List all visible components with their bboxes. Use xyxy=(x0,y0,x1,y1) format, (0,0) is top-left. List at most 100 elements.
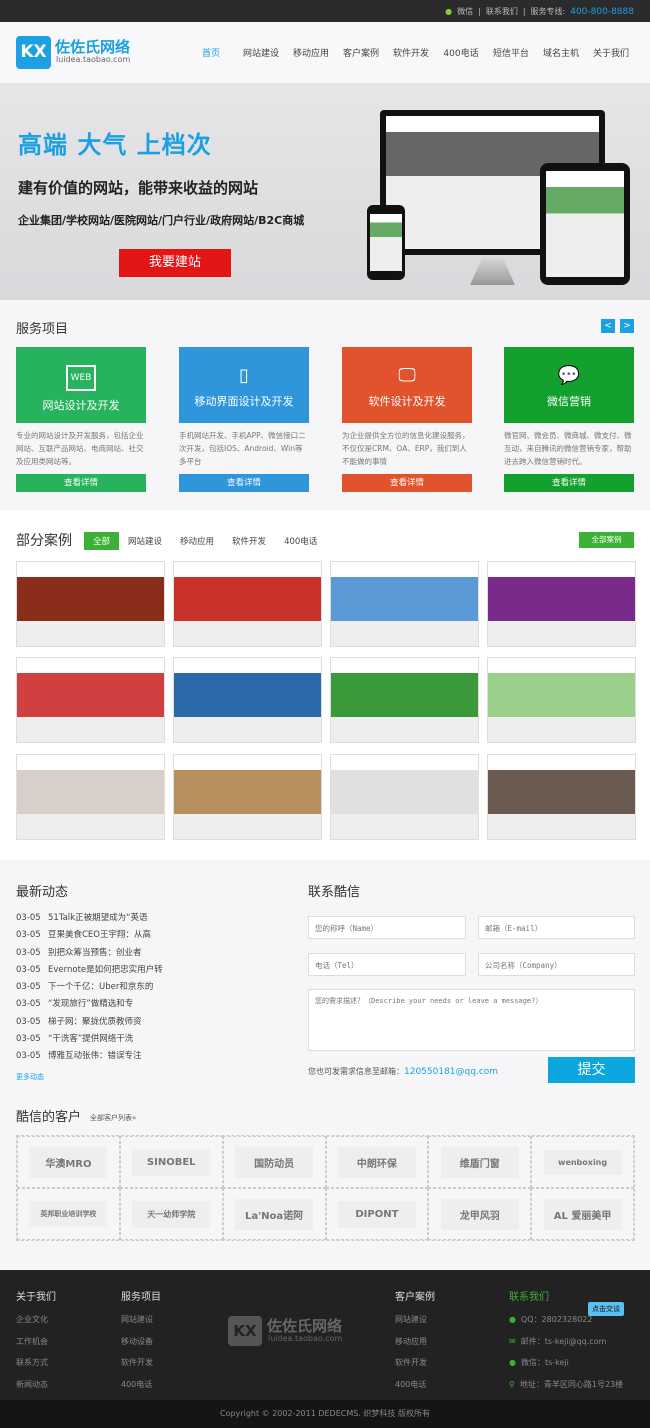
case-thumbnail[interactable] xyxy=(16,657,165,743)
company-input[interactable]: 公司名称（Company） xyxy=(478,953,635,976)
wechat-link[interactable]: 微信 xyxy=(457,6,473,17)
news-item[interactable]: 03-05 “干洗客”提供网络干洗 xyxy=(16,1031,163,1048)
client-logo[interactable]: 龙甲风羽 xyxy=(428,1188,532,1240)
logo-subtitle: luidea.taobao.com xyxy=(56,55,131,64)
client-logo[interactable]: 国防动员 xyxy=(222,1136,326,1188)
client-logo[interactable]: 天一幼师学院 xyxy=(119,1188,223,1240)
contact-link[interactable]: 联系我们 xyxy=(486,6,518,17)
service-desc: 专业的网站设计及开发服务，包括企业网站、互联产品网站、电商网站、社交及应用类网站… xyxy=(16,431,144,466)
filter-400[interactable]: 400电话 xyxy=(275,532,326,550)
nav-software[interactable]: 软件开发 xyxy=(386,46,436,59)
footer-link[interactable]: 软件开发 xyxy=(395,1352,435,1374)
details-button[interactable]: 查看详情 xyxy=(504,474,634,492)
case-thumbnail[interactable] xyxy=(173,561,322,647)
filter-all[interactable]: 全部 xyxy=(84,532,120,550)
client-logo[interactable]: wenboxing xyxy=(531,1136,634,1188)
contact-email-link[interactable]: 120550181@qq.com xyxy=(404,1067,498,1077)
case-thumbnail[interactable] xyxy=(487,561,636,647)
nav-website[interactable]: 网站建设 xyxy=(236,46,286,59)
news-item[interactable]: 03-05 Evernote是如何把忠实用户转 xyxy=(16,962,163,979)
message-textarea[interactable]: 您的需求描述？（Describe your needs or leave a m… xyxy=(308,989,635,1051)
qq-icon: ● xyxy=(509,1315,516,1324)
case-thumbnail[interactable] xyxy=(173,754,322,840)
service-card-wechat: 💬 微信营销 微官网、微会员、微商城、微支付、微互动，来自腾讯的微信营销专家，帮助… xyxy=(504,347,634,492)
footer-link[interactable]: 软件开发 xyxy=(121,1352,161,1374)
chat-button[interactable]: 点击交谈 xyxy=(588,1302,624,1316)
all-clients-link[interactable]: 全部客户列表» xyxy=(90,1113,136,1123)
nav-sms[interactable]: 短信平台 xyxy=(486,46,536,59)
footer-link[interactable]: 400电话 xyxy=(395,1374,435,1396)
news-item[interactable]: 03-05 梯子网：聚拢优质教师资 xyxy=(16,1014,163,1031)
case-thumbnail[interactable] xyxy=(330,561,479,647)
news-item[interactable]: 03-05 下一个千亿：Uber和京东的 xyxy=(16,979,163,996)
client-logo[interactable]: 华澳MRO xyxy=(17,1136,120,1188)
footer-link[interactable]: 工作机会 xyxy=(16,1331,56,1353)
email-input[interactable]: 邮箱（E-mail） xyxy=(478,916,635,939)
nav-mobile[interactable]: 移动应用 xyxy=(286,46,336,59)
top-bar: ● 微信 | 联系我们 | 服务专线: 400-800-8888 xyxy=(0,0,650,22)
client-logo[interactable]: SINOBEL xyxy=(119,1136,223,1188)
footer-cases: 客户案例 网站建设 移动应用 软件开发 400电话 xyxy=(395,1290,435,1395)
nav-home[interactable]: 首页 xyxy=(186,46,236,59)
all-cases-button[interactable]: 全部案例 xyxy=(579,532,634,548)
case-filters: 全部 网站建设 移动应用 软件开发 400电话 xyxy=(84,532,326,550)
case-thumbnail[interactable] xyxy=(330,754,479,840)
case-thumbnail[interactable] xyxy=(487,754,636,840)
client-logo[interactable]: 维盾门窗 xyxy=(428,1136,532,1188)
news-item[interactable]: 03-05 别把众筹当预售：创业者 xyxy=(16,945,163,962)
details-button[interactable]: 查看详情 xyxy=(16,474,146,492)
case-thumbnail[interactable] xyxy=(16,561,165,647)
client-logo[interactable]: 英邦职业培训学校 xyxy=(17,1188,120,1240)
nav-400[interactable]: 400电话 xyxy=(436,46,486,59)
footer-link[interactable]: 新闻动态 xyxy=(16,1374,56,1396)
footer-link[interactable]: 网站建设 xyxy=(121,1309,161,1331)
client-logo[interactable]: La'Noa诺阿 xyxy=(222,1188,326,1240)
submit-button[interactable]: 提交 xyxy=(548,1057,635,1083)
hotline-label: 服务专线: xyxy=(530,7,566,16)
details-button[interactable]: 查看详情 xyxy=(342,474,472,492)
nav-domain[interactable]: 域名主机 xyxy=(536,46,586,59)
filter-website[interactable]: 网站建设 xyxy=(119,532,171,550)
tel-input[interactable]: 电话（Tel） xyxy=(308,953,466,976)
news-item[interactable]: 03-05 51Talk正被期望成为“英语 xyxy=(16,910,163,927)
footer-link[interactable]: 联系方式 xyxy=(16,1352,56,1374)
news-title: 最新动态 xyxy=(16,885,69,900)
client-logo[interactable]: AL 爱丽美甲 xyxy=(531,1188,634,1240)
case-thumbnail[interactable] xyxy=(173,657,322,743)
footer-services: 服务项目 网站建设 移动设备 软件开发 400电话 xyxy=(121,1290,161,1395)
logo-name[interactable]: 佐佐氏网络 xyxy=(55,36,130,57)
contact-title: 联系酷信 xyxy=(308,885,361,900)
client-logo[interactable]: DIPONT xyxy=(325,1188,429,1240)
case-thumbnail[interactable] xyxy=(487,657,636,743)
footer-logo-mark: KX xyxy=(228,1316,262,1346)
footer-link[interactable]: 移动应用 xyxy=(395,1331,435,1353)
phone-image xyxy=(367,205,405,280)
news-item[interactable]: 03-05 “发现旅行”做精选和专 xyxy=(16,996,163,1013)
nav-cases[interactable]: 客户案例 xyxy=(336,46,386,59)
client-logo[interactable]: 中朗环保 xyxy=(325,1136,429,1188)
details-button[interactable]: 查看详情 xyxy=(179,474,309,492)
more-news-link[interactable]: 更多动态 xyxy=(16,1072,44,1082)
cases-title: 部分案例 xyxy=(16,533,72,549)
news-item[interactable]: 03-05 豆果美食CEO王宇翔：从高 xyxy=(16,927,163,944)
filter-software[interactable]: 软件开发 xyxy=(223,532,275,550)
footer-link[interactable]: 400电话 xyxy=(121,1374,161,1396)
footer-link[interactable]: 企业文化 xyxy=(16,1309,56,1331)
footer-logo-name: 佐佐氏网络 xyxy=(267,1317,343,1335)
mail-icon: ✉ xyxy=(509,1336,516,1346)
prev-arrow-button[interactable]: < xyxy=(601,319,615,333)
footer-link[interactable]: 网站建设 xyxy=(395,1309,435,1331)
case-thumbnail[interactable] xyxy=(16,754,165,840)
service-card-web: WEB 网站设计及开发 专业的网站设计及开发服务，包括企业网站、互联产品网站、电商… xyxy=(16,347,146,492)
service-desc: 微官网、微会员、微商城、微支付、微互动，来自腾讯的微信营销专家，帮助进去跨入微信… xyxy=(504,431,632,466)
next-arrow-button[interactable]: > xyxy=(620,319,634,333)
case-thumbnail[interactable] xyxy=(330,657,479,743)
name-input[interactable]: 您的称呼（Name） xyxy=(308,916,466,939)
nav-about[interactable]: 关于我们 xyxy=(586,46,636,59)
build-site-button[interactable]: 我要建站 xyxy=(119,249,231,277)
news-item[interactable]: 03-05 博雅互动张伟：错误专注 xyxy=(16,1048,163,1065)
hero-subtitle: 建有价值的网站，能带来收益的网站 xyxy=(18,179,259,197)
filter-mobile[interactable]: 移动应用 xyxy=(171,532,223,550)
footer-link[interactable]: 移动设备 xyxy=(121,1331,161,1353)
logo-mark[interactable]: KX xyxy=(16,36,51,69)
